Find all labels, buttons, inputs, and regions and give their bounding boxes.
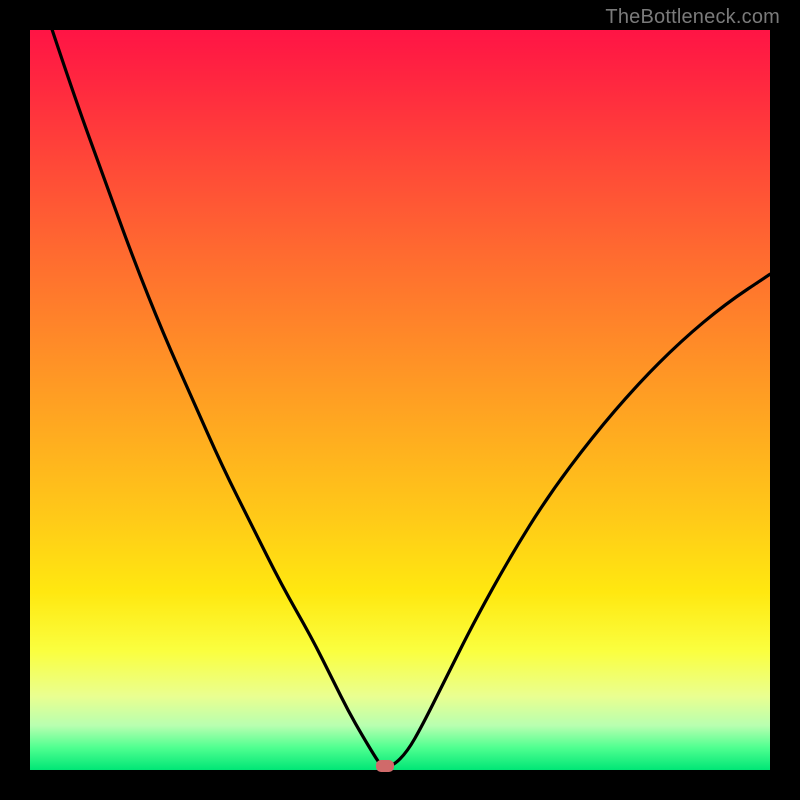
plot-area	[30, 30, 770, 770]
chart-frame: TheBottleneck.com	[0, 0, 800, 800]
bottleneck-curve	[30, 30, 770, 770]
watermark-text: TheBottleneck.com	[605, 6, 780, 29]
optimal-point-marker	[376, 760, 394, 772]
